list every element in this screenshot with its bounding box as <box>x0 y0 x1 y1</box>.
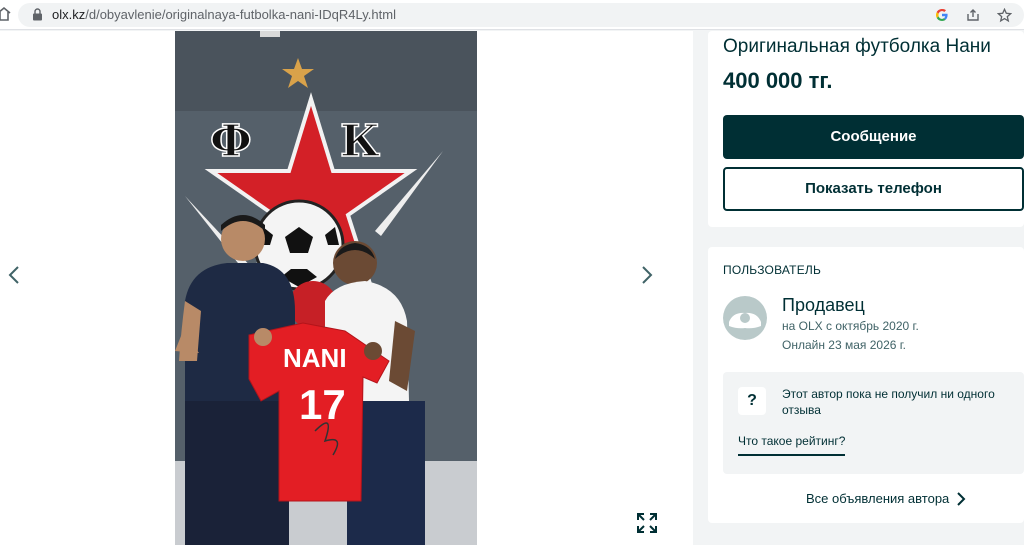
all-author-ads-link[interactable]: Все объявления автора <box>806 491 949 506</box>
show-phone-button[interactable]: Показать телефон <box>723 167 1024 211</box>
next-photo-button[interactable] <box>633 258 661 292</box>
prev-arrow-icon <box>8 266 19 284</box>
jersey-name: NANI <box>283 343 347 373</box>
fullscreen-icon <box>637 513 657 533</box>
club-letter-f: Ф <box>210 116 252 167</box>
user-avatar-icon <box>723 296 767 340</box>
prev-photo-button[interactable] <box>0 258 28 292</box>
url-domain: olx.kz <box>52 7 86 22</box>
message-button[interactable]: Сообщение <box>723 115 1024 159</box>
next-arrow-icon <box>642 266 653 284</box>
chevron-right-icon[interactable] <box>955 491 967 507</box>
url-text[interactable]: olx.kz/d/obyavlenie/originalnaya-futbolk… <box>52 7 396 22</box>
photo-illustration: Ф К NANI 17 <box>175 31 477 545</box>
jersey-number: 17 <box>299 381 346 428</box>
ad-title: Оригинальная футболка Нани <box>723 36 991 57</box>
avatar[interactable] <box>723 296 767 340</box>
user-last-online: Онлайн 23 мая 2026 г. <box>782 338 907 352</box>
google-icon[interactable] <box>932 5 952 25</box>
star-icon[interactable] <box>994 5 1014 25</box>
listing-photo[interactable]: Ф К NANI 17 <box>175 31 477 545</box>
fullscreen-button[interactable] <box>632 508 662 538</box>
url-path: /d/obyavlenie/originalnaya-futbolka-nani… <box>85 7 396 22</box>
rating-text: Этот автор пока не получил ни одного отз… <box>782 387 995 417</box>
rating-info-link[interactable]: Что такое рейтинг? <box>738 434 846 456</box>
rating-box: ? Этот автор пока не получил ни одного о… <box>723 372 1024 474</box>
lock-icon[interactable] <box>32 8 43 21</box>
user-section-label: ПОЛЬЗОВАТЕЛЬ <box>723 263 822 277</box>
user-name[interactable]: Продавец <box>782 295 865 316</box>
home-icon[interactable] <box>0 6 12 22</box>
browser-address-bar: olx.kz/d/obyavlenie/originalnaya-futbolk… <box>0 0 1024 30</box>
page-content: Ф К NANI 17 Оригинальная футболка Нани 4… <box>0 31 1024 545</box>
club-letter-k: К <box>340 116 380 167</box>
photo-gallery: Ф К NANI 17 <box>0 31 693 545</box>
user-member-since: на OLX с октябрь 2020 г. <box>782 319 919 333</box>
share-icon[interactable] <box>963 5 983 25</box>
ad-price: 400 000 тг. <box>723 68 833 93</box>
url-box[interactable]: olx.kz/d/obyavlenie/originalnaya-futbolk… <box>18 3 1024 27</box>
question-icon: ? <box>738 387 766 415</box>
